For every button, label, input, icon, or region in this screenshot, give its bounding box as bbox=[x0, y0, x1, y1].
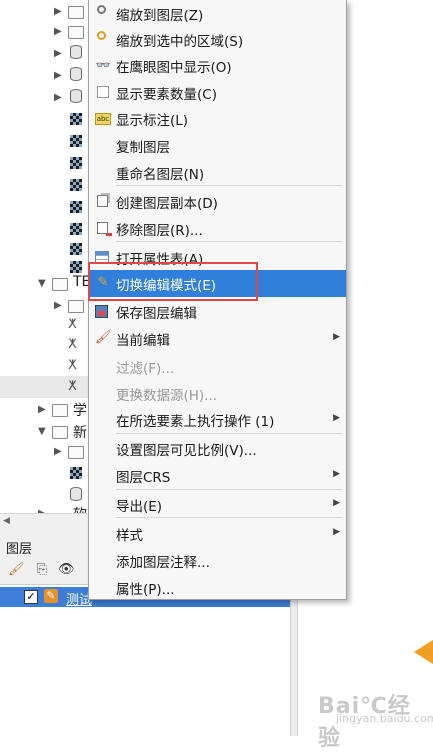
menu-item-layer-crs[interactable]: 图层CRS ▶ bbox=[89, 462, 346, 489]
folder-icon bbox=[52, 278, 68, 291]
editing-pencil-icon: ✎ bbox=[44, 589, 58, 603]
highlight-callout-box bbox=[88, 262, 258, 301]
menu-item-show-feature-count[interactable]: 显示要素数量(C) bbox=[89, 79, 346, 106]
menu-separator bbox=[116, 433, 342, 434]
menu-item-zoom-to-layer[interactable]: 缩放到图层(Z) bbox=[89, 0, 346, 27]
line-layer-icon: ⵅ bbox=[68, 317, 77, 332]
menu-item-zoom-to-selection[interactable]: 缩放到选中的区域(S) bbox=[89, 26, 346, 53]
raster-layer-icon bbox=[70, 113, 82, 125]
line-layer-icon: ⵅ bbox=[68, 337, 77, 352]
menu-item-styles[interactable]: 样式 ▶ bbox=[89, 520, 346, 547]
checkbox-icon bbox=[97, 86, 109, 98]
menu-item-copy-layer[interactable]: 复制图层 bbox=[89, 132, 346, 159]
menu-item-export[interactable]: 导出(E) ▶ bbox=[89, 491, 346, 518]
line-layer-icon: ⵅ bbox=[68, 358, 77, 373]
panel-splitter[interactable] bbox=[290, 600, 298, 736]
expand-arrow-icon[interactable]: ▶ bbox=[54, 446, 62, 457]
folder-icon bbox=[52, 426, 68, 439]
database-icon bbox=[70, 67, 82, 81]
menu-item-show-labels[interactable]: abc 显示标注(L) bbox=[89, 105, 346, 132]
expand-arrow-icon[interactable]: ▶ bbox=[54, 48, 62, 59]
submenu-arrow-icon: ▶ bbox=[333, 332, 340, 342]
visibility-eye-icon[interactable]: 👁 bbox=[58, 562, 75, 578]
menu-separator bbox=[116, 517, 342, 518]
folder-icon bbox=[52, 404, 68, 417]
submenu-arrow-icon: ▶ bbox=[333, 498, 340, 508]
submenu-arrow-icon: ▶ bbox=[333, 527, 340, 537]
database-icon bbox=[70, 45, 82, 59]
menu-separator bbox=[116, 489, 342, 490]
overview-icon: 👓 bbox=[95, 58, 111, 72]
database-icon bbox=[70, 89, 82, 103]
brush-icon: 🖌 bbox=[95, 330, 112, 345]
duplicate-icon bbox=[97, 195, 108, 207]
style-manager-icon[interactable]: 🖌 bbox=[8, 562, 25, 578]
menu-item-remove-layer[interactable]: 移除图层(R)... bbox=[89, 215, 346, 242]
label-icon: abc bbox=[95, 113, 111, 125]
tree-label: 学 bbox=[73, 403, 87, 419]
remove-layer-icon bbox=[97, 222, 112, 236]
zoom-icon bbox=[97, 5, 106, 14]
menu-item-current-edits[interactable]: 🖌 当前编辑 ▶ bbox=[89, 325, 346, 352]
layer-visibility-checkbox[interactable]: ✓ bbox=[24, 590, 38, 604]
expand-arrow-icon[interactable]: ▶ bbox=[54, 6, 62, 17]
folder-icon bbox=[68, 300, 84, 313]
watermark-url: jingyan.baidu.com bbox=[336, 712, 433, 725]
menu-item-run-actions-on-selection[interactable]: 在所选要素上执行操作 (1) ▶ bbox=[89, 406, 346, 433]
raster-layer-icon bbox=[70, 135, 82, 147]
add-group-icon[interactable]: ⎘ bbox=[34, 562, 50, 578]
menu-item-rename-layer[interactable]: 重命名图层(N) bbox=[89, 159, 346, 186]
collapse-arrow-icon[interactable]: ▼ bbox=[38, 426, 46, 437]
zoom-selection-icon bbox=[97, 31, 106, 40]
menu-item-set-scale-visibility[interactable]: 设置图层可见比例(V)... bbox=[89, 435, 346, 462]
folder-icon bbox=[68, 446, 84, 459]
line-layer-icon: ⵅ bbox=[68, 379, 77, 394]
raster-layer-icon bbox=[70, 201, 82, 213]
menu-separator bbox=[116, 241, 342, 242]
tree-label: 新 bbox=[73, 425, 87, 441]
menu-item-filter[interactable]: 过滤(F)... bbox=[89, 353, 346, 380]
menu-item-save-layer-edits[interactable]: 保存图层编辑 bbox=[89, 298, 346, 325]
menu-separator bbox=[116, 185, 342, 186]
save-edits-icon bbox=[95, 305, 108, 318]
raster-layer-icon bbox=[70, 223, 82, 235]
raster-layer-icon bbox=[70, 179, 82, 191]
raster-layer-icon bbox=[70, 157, 82, 169]
folder-icon bbox=[68, 26, 84, 39]
expand-arrow-icon[interactable]: ▶ bbox=[54, 300, 62, 311]
menu-item-properties[interactable]: 属性(P)... bbox=[89, 574, 346, 601]
expand-arrow-icon[interactable]: ▶ bbox=[54, 26, 62, 37]
scroll-left-arrow-icon[interactable]: ◀ bbox=[3, 516, 10, 526]
expand-arrow-icon[interactable]: ▶ bbox=[54, 92, 62, 103]
database-icon bbox=[70, 487, 82, 501]
map-feature-marker bbox=[414, 640, 433, 664]
menu-item-show-in-overview[interactable]: 👓 在鹰眼图中显示(O) bbox=[89, 52, 346, 79]
expand-arrow-icon[interactable]: ▶ bbox=[38, 404, 46, 415]
layers-panel-title: 图层 bbox=[6, 542, 33, 557]
folder-icon bbox=[68, 6, 84, 19]
menu-item-add-layer-notes[interactable]: 添加图层注释... bbox=[89, 547, 346, 574]
submenu-arrow-icon: ▶ bbox=[333, 413, 340, 423]
collapse-arrow-icon[interactable]: ▼ bbox=[38, 278, 46, 289]
menu-item-duplicate-layer[interactable]: 创建图层副本(D) bbox=[89, 188, 346, 215]
raster-layer-icon bbox=[70, 467, 82, 479]
menu-item-change-data-source[interactable]: 更换数据源(H)... bbox=[89, 380, 346, 407]
expand-arrow-icon[interactable]: ▶ bbox=[54, 70, 62, 81]
submenu-arrow-icon: ▶ bbox=[333, 469, 340, 479]
raster-layer-icon bbox=[70, 243, 82, 255]
